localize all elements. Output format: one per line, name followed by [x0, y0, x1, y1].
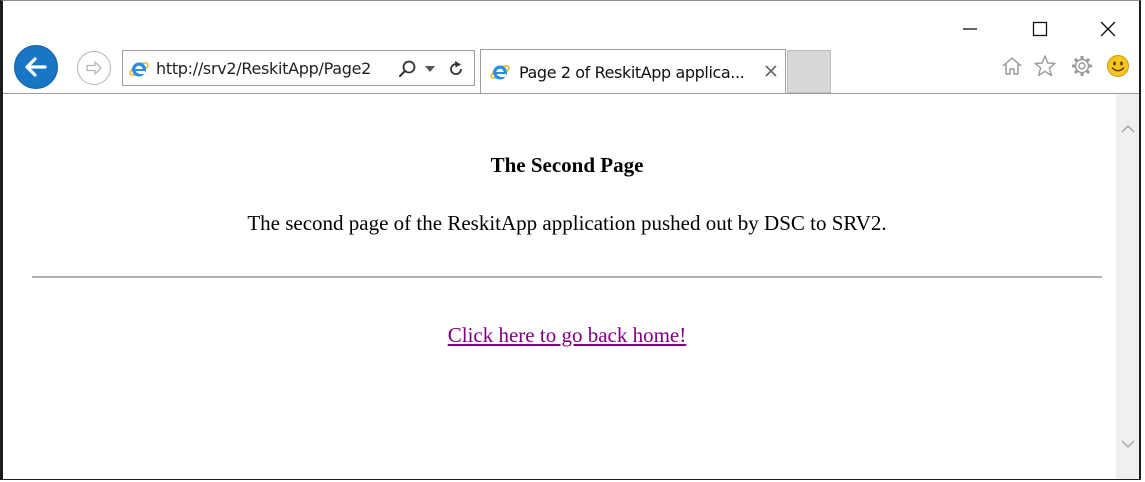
close-icon	[765, 65, 777, 77]
browser-window: http://srv2/ReskitApp/Page2 Page 2 of Re…	[0, 0, 1141, 480]
chevron-up-icon	[1120, 124, 1135, 133]
tools-button[interactable]	[1069, 53, 1095, 79]
back-arrow-icon	[25, 57, 47, 77]
smiley-icon	[1107, 55, 1129, 77]
home-icon	[1002, 57, 1022, 75]
vertical-scrollbar[interactable]	[1116, 94, 1139, 479]
search-button[interactable]	[397, 58, 419, 80]
ie-logo-icon	[490, 65, 510, 80]
back-button[interactable]	[14, 45, 58, 89]
feedback-button[interactable]	[1105, 53, 1131, 79]
horizontal-rule	[32, 276, 1102, 278]
page-body-text: The second page of the ReskitApp applica…	[247, 211, 887, 235]
tab-close-button[interactable]	[762, 62, 780, 80]
search-icon	[399, 60, 416, 77]
dropdown-icon	[425, 66, 435, 72]
ie-logo-icon	[129, 62, 149, 77]
url-text[interactable]: http://srv2/ReskitApp/Page2	[156, 59, 388, 79]
maximize-icon	[1032, 21, 1048, 37]
address-dropdown-button[interactable]	[423, 58, 437, 80]
forward-button[interactable]	[77, 51, 111, 85]
new-tab-button[interactable]	[787, 50, 831, 93]
forward-arrow-icon	[86, 61, 102, 75]
refresh-button[interactable]	[445, 58, 467, 80]
minimize-icon	[963, 28, 977, 30]
chevron-down-icon	[1120, 439, 1135, 448]
favorites-button[interactable]	[1032, 53, 1058, 79]
home-button[interactable]	[999, 53, 1025, 79]
back-home-link[interactable]: Click here to go back home!	[448, 323, 687, 347]
scroll-up-button[interactable]	[1119, 121, 1136, 135]
home-link-container: Click here to go back home!	[3, 323, 1131, 348]
star-icon	[1034, 55, 1056, 77]
scroll-down-button[interactable]	[1119, 437, 1136, 451]
page-heading: The Second Page	[490, 153, 644, 177]
refresh-icon	[450, 61, 462, 75]
close-icon	[1100, 21, 1116, 37]
address-bar[interactable]: http://srv2/ReskitApp/Page2	[122, 50, 475, 86]
navigation-toolbar: http://srv2/ReskitApp/Page2 Page 2 of Re…	[3, 41, 1139, 93]
page-content: The Second Page The second page of the R…	[3, 94, 1116, 479]
tab-active[interactable]: Page 2 of ReskitApp applica...	[480, 49, 786, 93]
tab-title: Page 2 of ReskitApp applica...	[519, 63, 745, 82]
gear-icon	[1072, 56, 1092, 76]
